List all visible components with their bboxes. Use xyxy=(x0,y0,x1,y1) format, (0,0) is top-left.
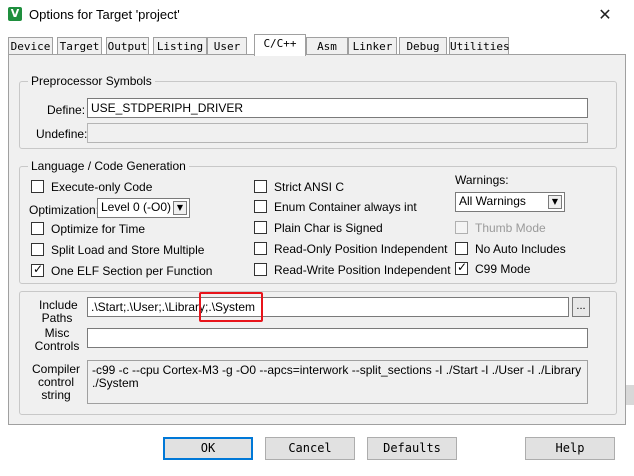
rw-position-label: Read-Write Position Independent xyxy=(274,263,451,277)
misc-controls-label-2: Controls xyxy=(34,339,80,353)
ro-position-box[interactable] xyxy=(254,242,267,255)
c99-mode-box[interactable] xyxy=(455,260,468,275)
compiler-string-label-2: control xyxy=(37,375,75,389)
plain-char-label: Plain Char is Signed xyxy=(274,221,383,235)
define-label: Define: xyxy=(47,103,86,117)
highlight-annotation-box xyxy=(199,292,263,322)
thumb-mode-box xyxy=(455,221,468,234)
undefine-label: Undefine: xyxy=(36,127,88,141)
split-load-label: Split Load and Store Multiple xyxy=(51,243,205,257)
plain-char-box[interactable] xyxy=(254,221,267,234)
compiler-string-line-1: -c99 -c --cpu Cortex-M3 -g -O0 --apcs=in… xyxy=(92,364,583,377)
language-title: Language / Code Generation xyxy=(28,159,189,173)
warnings-label: Warnings: xyxy=(455,173,509,187)
title-bar: V Options for Target 'project' ✕ xyxy=(0,0,634,30)
misc-controls-field[interactable] xyxy=(87,328,588,348)
preprocessor-title: Preprocessor Symbols xyxy=(28,74,155,88)
close-icon[interactable]: ✕ xyxy=(592,4,618,26)
no-auto-includes-label: No Auto Includes xyxy=(475,242,566,256)
no-auto-includes-box[interactable] xyxy=(455,242,468,255)
compiler-string-line-2: ./System xyxy=(92,376,139,390)
tab-user[interactable]: User xyxy=(207,37,247,55)
include-paths-label-2: Paths xyxy=(41,311,73,325)
enum-container-label: Enum Container always int xyxy=(274,200,417,214)
optimization-value: Level 0 (-O0) xyxy=(101,200,172,214)
cpp-options-panel: Preprocessor Symbols Define: USE_STDPERI… xyxy=(8,55,626,425)
chevron-down-icon[interactable]: ▼ xyxy=(173,201,187,215)
tab-output[interactable]: Output xyxy=(106,37,149,55)
window-edge-scrollbar xyxy=(626,385,634,405)
cancel-button[interactable]: Cancel xyxy=(265,437,355,460)
rw-position-box[interactable] xyxy=(254,263,267,276)
ok-button[interactable]: OK xyxy=(163,437,253,460)
tab-debug[interactable]: Debug xyxy=(399,37,447,55)
compiler-string-label-3: string xyxy=(41,388,71,402)
optimization-select[interactable]: Level 0 (-O0) ▼ xyxy=(97,198,190,218)
define-field[interactable]: USE_STDPERIPH_DRIVER xyxy=(87,98,588,118)
tab-utilities[interactable]: Utilities xyxy=(449,37,510,55)
one-elf-box[interactable] xyxy=(31,262,44,277)
compiler-string-label-1: Compiler xyxy=(31,362,80,376)
defaults-button[interactable]: Defaults xyxy=(367,437,457,460)
window-title: Options for Target 'project' xyxy=(29,7,180,22)
tab-c-cpp[interactable]: C/C++ xyxy=(254,34,306,56)
one-elf-label: One ELF Section per Function xyxy=(51,264,213,278)
optimize-time-label: Optimize for Time xyxy=(51,222,146,236)
include-paths-field[interactable]: .\Start;.\User;.\Library;.\System xyxy=(87,297,569,317)
strict-ansi-label: Strict ANSI C xyxy=(274,180,345,194)
keil-uvision-icon: V xyxy=(8,7,22,21)
tab-target[interactable]: Target xyxy=(57,37,102,55)
tab-device[interactable]: Device xyxy=(8,37,53,55)
split-load-box[interactable] xyxy=(31,243,44,256)
chevron-down-icon[interactable]: ▼ xyxy=(548,195,562,209)
execute-only-box[interactable] xyxy=(31,180,44,193)
tab-asm[interactable]: Asm xyxy=(306,37,348,55)
strict-ansi-box[interactable] xyxy=(254,180,267,193)
c99-mode-label: C99 Mode xyxy=(475,262,531,276)
browse-include-paths-button[interactable]: ... xyxy=(572,297,590,317)
tab-linker[interactable]: Linker xyxy=(348,37,397,55)
misc-controls-label-1: Misc xyxy=(44,326,70,340)
warnings-select[interactable]: All Warnings ▼ xyxy=(455,192,565,212)
tab-listing[interactable]: Listing xyxy=(153,37,207,55)
execute-only-label: Execute-only Code xyxy=(51,180,153,194)
include-paths-prefix: .\Start;.\User;.\Library; xyxy=(91,300,209,314)
compiler-control-string[interactable]: -c99 -c --cpu Cortex-M3 -g -O0 --apcs=in… xyxy=(87,360,588,404)
thumb-mode-label: Thumb Mode xyxy=(475,221,546,235)
optimization-label: Optimization: xyxy=(29,203,100,217)
undefine-field[interactable] xyxy=(87,123,588,143)
ro-position-label: Read-Only Position Independent xyxy=(274,242,448,256)
include-paths-label-1: Include xyxy=(39,298,78,312)
help-button[interactable]: Help xyxy=(525,437,615,460)
enum-container-box[interactable] xyxy=(254,200,267,213)
optimize-time-box[interactable] xyxy=(31,222,44,235)
warnings-value: All Warnings xyxy=(459,194,526,208)
